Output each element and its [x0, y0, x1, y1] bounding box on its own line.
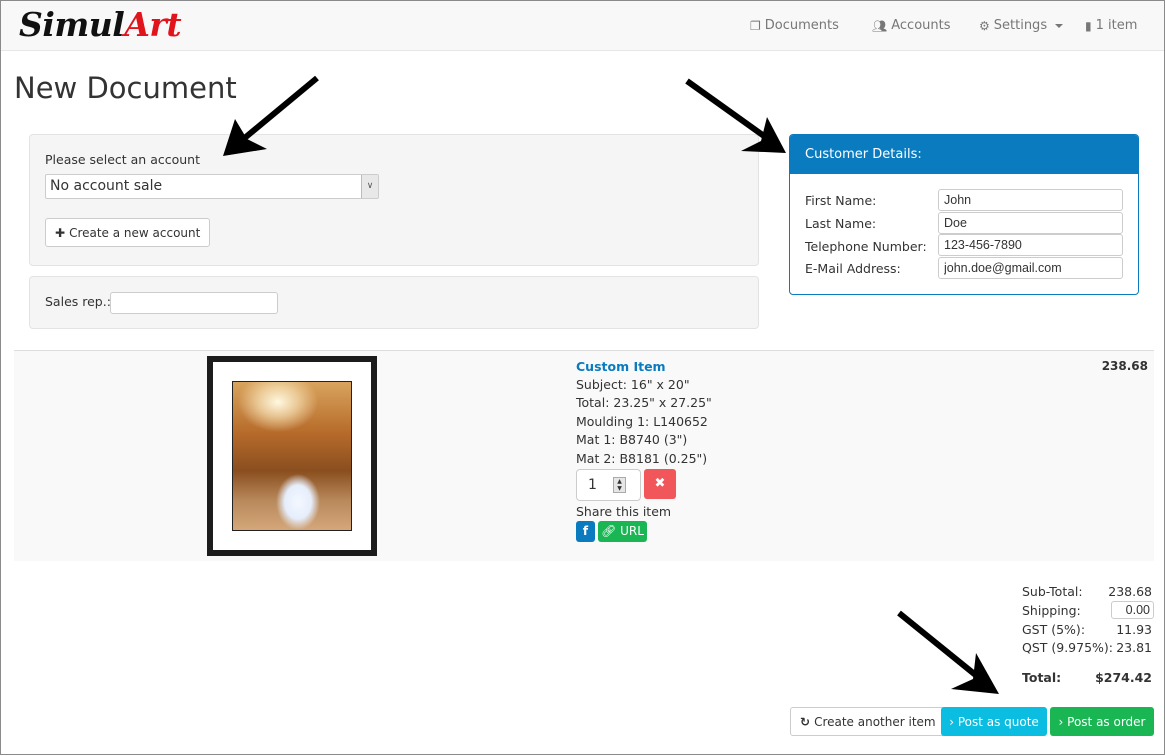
item-title[interactable]: Custom Item — [576, 359, 666, 374]
facebook-icon: f — [582, 524, 589, 538]
page-title: New Document — [14, 71, 237, 105]
gst-label: GST (5%): — [1022, 622, 1086, 637]
gear-icon: ⚙ — [979, 18, 990, 33]
caret-down-icon — [1055, 23, 1064, 28]
last-name-field[interactable] — [938, 212, 1123, 234]
account-select-value: No account sale — [50, 178, 163, 194]
sales-rep-label: Sales rep.: — [45, 294, 111, 309]
chevron-down-icon: ∨ — [361, 175, 378, 198]
artwork-image — [232, 381, 352, 531]
subtotal-value: 238.68 — [1108, 584, 1152, 599]
framed-artwork-preview — [207, 356, 377, 556]
nav-settings-label: Settings — [993, 18, 1048, 33]
plus-icon: ✚ — [55, 225, 66, 240]
telephone-field[interactable] — [938, 234, 1123, 256]
sales-rep-panel: Sales rep.: — [29, 276, 759, 329]
brand-text: Simul — [19, 5, 125, 44]
post-as-quote-label: Post as quote — [957, 714, 1039, 729]
cart-item-row: Custom Item Subject: 16" x 20" Total: 23… — [14, 350, 1154, 561]
item-price: 238.68 — [1101, 359, 1148, 373]
chevron-right-icon: › — [949, 714, 958, 729]
qst-label: QST (9.975%): — [1022, 640, 1114, 655]
customer-details-heading: Customer Details: — [790, 135, 1138, 174]
create-account-button[interactable]: ✚ Create a new account — [45, 218, 211, 247]
share-url-button[interactable]: 🔗︎ URL — [598, 521, 647, 542]
spinner-arrows-icon[interactable]: ▲ ▼ — [613, 477, 626, 493]
shipping-input[interactable] — [1111, 601, 1154, 619]
create-account-label: Create a new account — [69, 225, 201, 240]
nav-settings[interactable]: ⚙ Settings — [979, 18, 1064, 33]
telephone-label: Telephone Number: — [805, 239, 927, 254]
documents-icon: ❐ — [750, 18, 761, 33]
total-label: Total: — [1022, 670, 1062, 685]
item-detail: Mat 1: B8740 (3") — [576, 432, 688, 447]
email-label: E-Mail Address: — [805, 261, 901, 276]
shipping-label: Shipping: — [1022, 603, 1081, 618]
mat — [213, 362, 371, 550]
brand-logo[interactable]: SimulArt — [19, 5, 182, 44]
email-field[interactable] — [938, 257, 1123, 279]
brand-text-accent: Art — [124, 5, 182, 44]
nav-accounts-label: Accounts — [891, 18, 951, 33]
item-detail: Total: 23.25" x 27.25" — [576, 395, 712, 410]
users-icon: 👥︎ — [872, 18, 888, 33]
first-name-label: First Name: — [805, 193, 877, 208]
file-icon: ▮ — [1085, 18, 1092, 33]
share-label: Share this item — [576, 504, 672, 519]
quantity-value: 1 — [588, 477, 597, 493]
item-detail: Moulding 1: L140652 — [576, 414, 708, 429]
account-select[interactable]: No account sale ∨ — [45, 174, 379, 199]
create-another-item-button[interactable]: ↻ Create another item — [790, 707, 946, 736]
quantity-stepper[interactable]: 1 ▲ ▼ — [576, 469, 641, 501]
post-as-order-button[interactable]: › Post as order — [1050, 707, 1154, 736]
post-as-order-label: Post as order — [1067, 714, 1146, 729]
link-icon: 🔗︎ — [601, 524, 617, 538]
sales-rep-input[interactable] — [110, 292, 278, 314]
nav-cart[interactable]: ▮ 1 item — [1085, 18, 1137, 33]
navbar: SimulArt ❐ Documents 👥︎ Accounts ⚙ Setti… — [1, 1, 1164, 51]
annotation-arrow — [897, 610, 999, 694]
share-url-label: URL — [620, 524, 644, 538]
close-icon: ✖ — [654, 476, 666, 491]
item-detail: Mat 2: B8181 (0.25") — [576, 451, 708, 466]
share-facebook-button[interactable]: f — [576, 521, 595, 542]
post-as-quote-button[interactable]: › Post as quote — [941, 707, 1047, 736]
first-name-field[interactable] — [938, 189, 1123, 211]
item-detail: Subject: 16" x 20" — [576, 377, 690, 392]
refresh-icon: ↻ — [800, 714, 811, 729]
nav-cart-label: 1 item — [1095, 18, 1138, 33]
customer-details-panel: Customer Details: First Name: Last Name:… — [789, 134, 1139, 295]
total-value: $274.42 — [1095, 670, 1152, 685]
last-name-label: Last Name: — [805, 216, 877, 231]
nav-accounts[interactable]: 👥︎ Accounts — [872, 18, 951, 33]
subtotal-label: Sub-Total: — [1022, 584, 1083, 599]
nav-documents[interactable]: ❐ Documents — [750, 18, 839, 33]
remove-item-button[interactable]: ✖ — [644, 469, 676, 499]
nav-documents-label: Documents — [764, 18, 839, 33]
create-another-item-label: Create another item — [814, 714, 936, 729]
gst-value: 11.93 — [1116, 622, 1152, 637]
qst-value: 23.81 — [1116, 640, 1152, 655]
chevron-right-icon: › — [1058, 714, 1068, 729]
account-label: Please select an account — [45, 152, 201, 167]
account-panel: Please select an account No account sale… — [29, 134, 759, 266]
